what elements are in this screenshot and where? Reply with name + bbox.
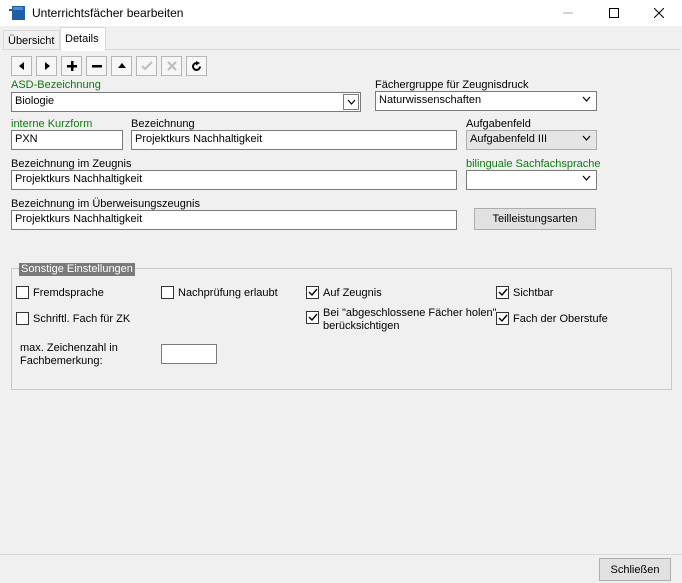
ueberweisung-label: Bezeichnung im Überweisungszeugnis: [11, 198, 200, 210]
minimize-icon: [563, 12, 573, 14]
arrow-up-icon: [117, 63, 126, 68]
app-icon: [9, 6, 25, 20]
max-zeichen-input[interactable]: [161, 344, 217, 364]
client-area: Übersicht Details ASD-Bezeichnung Biolog…: [0, 26, 682, 583]
tab-uebersicht[interactable]: Übersicht: [3, 30, 60, 51]
arrow-right-icon: [44, 62, 50, 70]
check-icon: [498, 314, 508, 323]
move-up-button[interactable]: [111, 56, 132, 76]
nachpruefung-checkbox[interactable]: [161, 286, 174, 299]
abgeschlossen-label-line2: berücksichtigen: [323, 320, 400, 332]
aufgabenfeld-label: Aufgabenfeld: [466, 118, 531, 130]
asd-select[interactable]: Biologie: [11, 92, 361, 112]
bezeichnung-label: Bezeichnung: [131, 118, 195, 130]
minimize-button[interactable]: [545, 0, 591, 26]
details-page: ASD-Bezeichnung Biologie Fächergruppe fü…: [2, 50, 680, 550]
auf-zeugnis-checkbox[interactable]: [306, 286, 319, 299]
schriftl-checkbox[interactable]: [16, 312, 29, 325]
oberstufe-checkbox[interactable]: [496, 312, 509, 325]
teilleistungsarten-button[interactable]: Teilleistungsarten: [474, 208, 596, 230]
delete-record-button[interactable]: [86, 56, 107, 76]
window-title: Unterrichtsfächer bearbeiten: [32, 6, 184, 20]
fremdsprache-checkbox[interactable]: [16, 286, 29, 299]
maximize-button[interactable]: [591, 0, 637, 26]
bilingual-select[interactable]: [466, 170, 597, 190]
cancel-icon: [166, 61, 177, 71]
abgeschlossen-checkbox[interactable]: [306, 311, 319, 324]
asd-value: Biologie: [15, 95, 55, 107]
close-button[interactable]: Schließen: [599, 558, 671, 581]
check-icon: [308, 313, 318, 322]
zeugnis-input[interactable]: Projektkurs Nachhaltigkeit: [11, 170, 457, 190]
arrow-left-icon: [18, 62, 24, 70]
ueberweisung-input[interactable]: Projektkurs Nachhaltigkeit: [11, 210, 457, 230]
refresh-icon: [192, 60, 201, 71]
auf-zeugnis-label: Auf Zeugnis: [323, 287, 382, 299]
check-icon: [308, 288, 318, 297]
sichtbar-checkbox[interactable]: [496, 286, 509, 299]
aufgabenfeld-select[interactable]: Aufgabenfeld III: [466, 130, 597, 150]
nachpruefung-label: Nachprüfung erlaubt: [178, 287, 278, 299]
maximize-icon: [609, 8, 619, 18]
kurzform-label: interne Kurzform: [11, 118, 93, 130]
abgeschlossen-label-line1: Bei "abgeschlossene Fächer holen": [323, 307, 497, 319]
faechergruppe-select[interactable]: Naturwissenschaften: [375, 91, 597, 111]
schriftl-label: Schriftl. Fach für ZK: [33, 313, 131, 325]
close-window-button[interactable]: [636, 0, 682, 26]
close-icon: [654, 8, 664, 18]
plus-icon: [66, 61, 77, 71]
cancel-button[interactable]: [161, 56, 182, 76]
title-bar: Unterrichtsfächer bearbeiten: [0, 0, 682, 26]
chevron-down-icon: [582, 175, 591, 181]
faechergruppe-value: Naturwissenschaften: [379, 94, 482, 106]
check-icon: [498, 288, 508, 297]
max-zeichen-label-line1: max. Zeichenzahl in: [20, 342, 118, 354]
zeugnis-label: Bezeichnung im Zeugnis: [11, 158, 132, 170]
fremdsprache-label: Fremdsprache: [33, 287, 104, 299]
add-record-button[interactable]: [61, 56, 82, 76]
tab-details[interactable]: Details: [60, 27, 106, 51]
bezeichnung-input[interactable]: Projektkurs Nachhaltigkeit: [131, 130, 457, 150]
max-zeichen-label-line2: Fachbemerkung:: [20, 355, 103, 367]
chevron-down-icon: [347, 99, 355, 105]
oberstufe-label: Fach der Oberstufe: [513, 313, 608, 325]
next-record-button[interactable]: [36, 56, 57, 76]
chevron-down-icon: [582, 96, 591, 102]
aufgabenfeld-value: Aufgabenfeld III: [470, 133, 548, 145]
footer-divider: [0, 554, 682, 555]
sichtbar-label: Sichtbar: [513, 287, 554, 299]
prev-record-button[interactable]: [11, 56, 32, 76]
bilingual-label: bilinguale Sachfachsprache: [466, 158, 601, 170]
asd-label: ASD-Bezeichnung: [11, 79, 101, 91]
chevron-down-icon: [582, 135, 591, 141]
check-icon: [140, 61, 153, 71]
save-button[interactable]: [136, 56, 157, 76]
group-title: Sonstige Einstellungen: [19, 263, 135, 276]
refresh-button[interactable]: [186, 56, 207, 76]
faechergruppe-label: Fächergruppe für Zeugnisdruck: [375, 79, 529, 91]
minus-icon: [91, 65, 102, 68]
kurzform-input[interactable]: PXN: [11, 130, 123, 150]
